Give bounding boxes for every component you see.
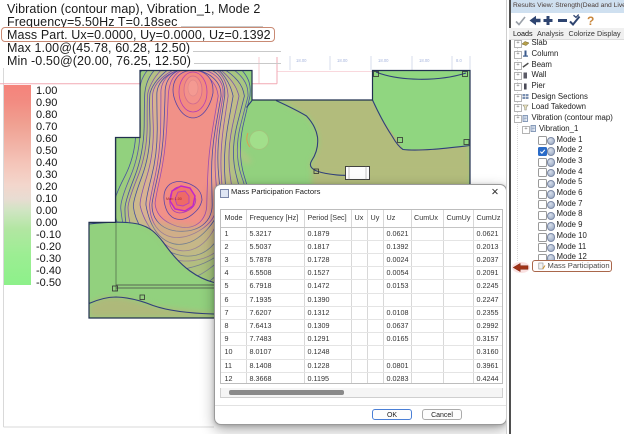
svg-text:Min: -0.50: Min: -0.50 (100, 136, 116, 140)
svg-text:18.00: 18.00 (419, 58, 430, 63)
svg-text:18.00: 18.00 (296, 58, 307, 63)
svg-text:Max: 1.00: Max: 1.00 (166, 197, 182, 201)
svg-text:8.0: 8.0 (456, 58, 462, 63)
svg-text:18.00: 18.00 (337, 58, 348, 63)
svg-text:?: ? (587, 14, 594, 28)
svg-text:18.00: 18.00 (378, 58, 389, 63)
